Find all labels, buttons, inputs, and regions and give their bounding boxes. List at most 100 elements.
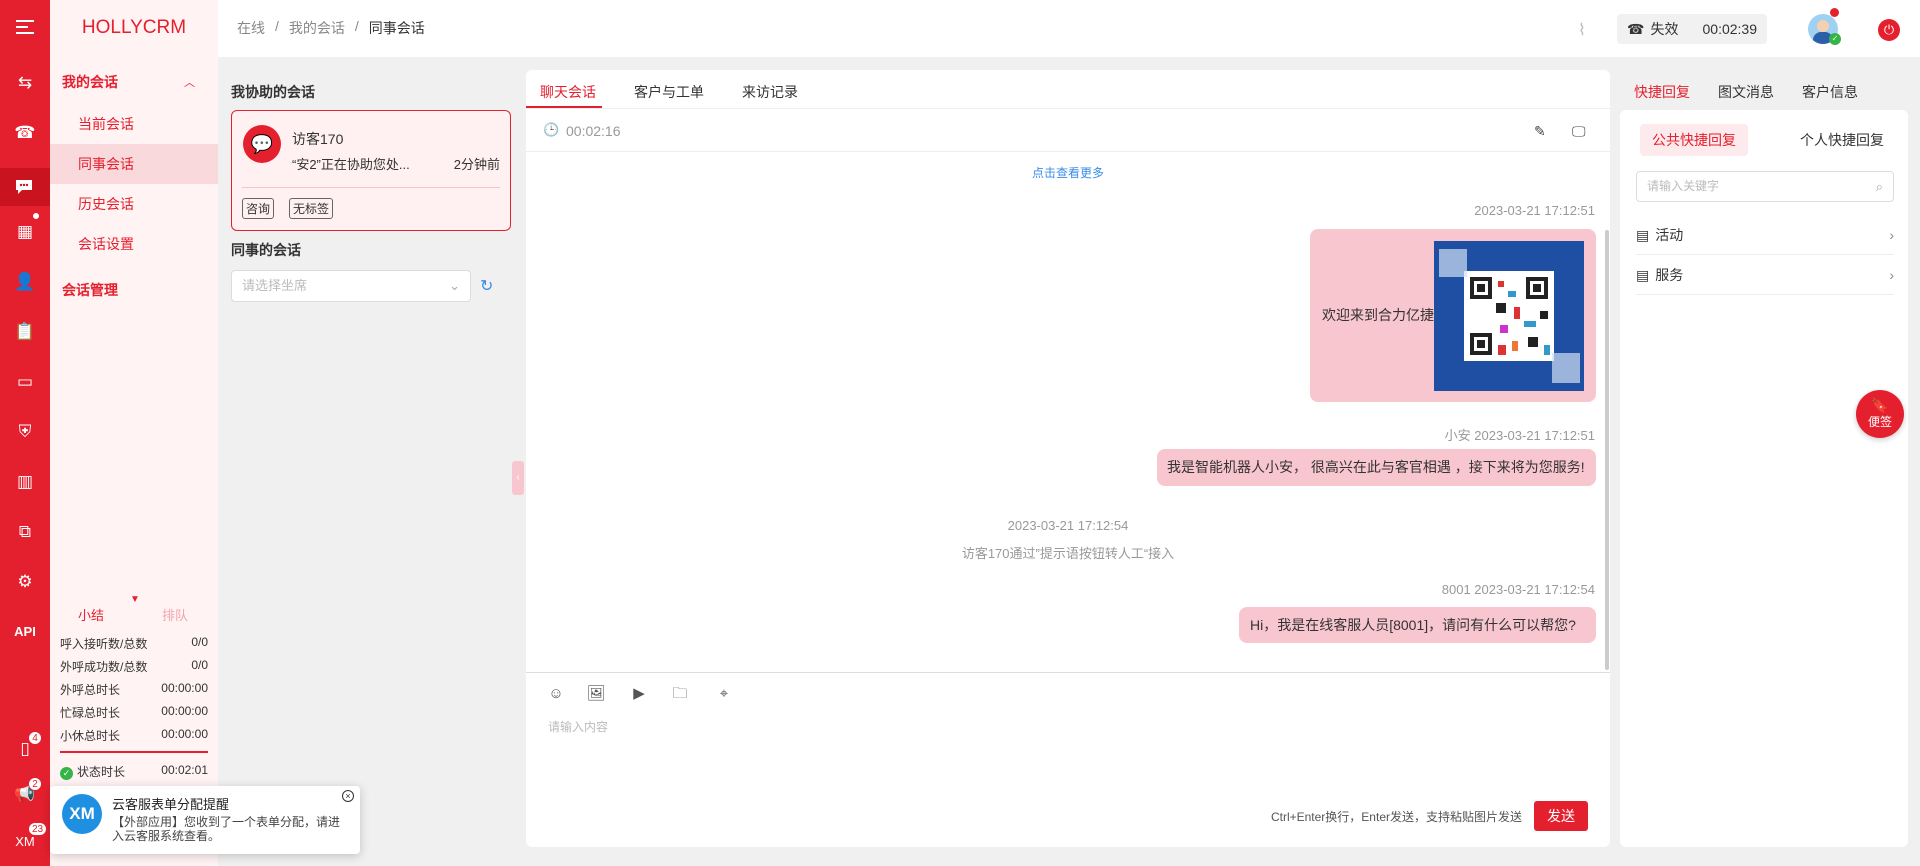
sticky-note-button[interactable]: 🔖 便签	[1856, 390, 1904, 438]
image-icon[interactable]: 🖼	[586, 684, 606, 704]
message-bubble-image: 欢迎来到合力亿捷	[1310, 229, 1596, 402]
nav-item-settings[interactable]: 会话设置	[50, 224, 218, 264]
org-icon[interactable]: ⧉	[12, 518, 38, 544]
bar-chart-icon[interactable]: ▥	[12, 468, 38, 494]
chevron-down-icon: ⌄	[449, 278, 460, 293]
assist-preview: “安2”正在协助您处...	[292, 157, 410, 172]
load-more-link[interactable]: 点击查看更多	[1032, 164, 1104, 181]
monitor-icon[interactable]: ▭	[12, 368, 38, 394]
tab-chat[interactable]: 聊天会话	[540, 82, 596, 102]
quick-reply-label: ▤ 活动	[1636, 226, 1684, 243]
nav-group-my-sessions[interactable]: 我的会话	[62, 72, 118, 92]
collapse-arrow-icon[interactable]: ▼	[130, 594, 140, 605]
nav-item-current[interactable]: 当前会话	[50, 104, 218, 144]
call-status[interactable]: ☎ 失效 00:02:39	[1617, 14, 1767, 44]
toast-body: 【外部应用】您收到了一个表单分配，请进入云客服系统查看。	[112, 815, 341, 843]
send-hint: Ctrl+Enter换行，Enter发送，支持粘贴图片发送	[1270, 810, 1522, 824]
message-icon: ▤	[1636, 226, 1650, 243]
subtab-public[interactable]: 公共快捷回复	[1640, 124, 1748, 156]
search-icon: ⌕	[1875, 179, 1883, 194]
quick-reply-label: ▤ 服务	[1636, 266, 1684, 283]
stat-row: 忙碌总时长 00:00:00	[60, 704, 208, 721]
clock-icon: 🕒	[543, 122, 560, 137]
seat-select[interactable]: 请选择坐席 ⌄	[231, 270, 471, 302]
stat-value: 00:00:00	[161, 704, 208, 718]
grid-dot-badge	[32, 212, 40, 220]
nav-item-colleague[interactable]: 同事会话	[50, 144, 218, 184]
breadcrumb-online[interactable]: 在线	[237, 18, 265, 38]
collapse-handle[interactable]: ‹	[512, 461, 524, 495]
message-text: 欢迎来到合力亿捷	[1322, 307, 1434, 323]
message-input[interactable]: 请输入内容	[548, 718, 1588, 735]
assist-card[interactable]: 💬 访客170 “安2”正在协助您处... 2分钟前 咨询 无标签	[231, 110, 511, 231]
close-icon[interactable]: ×	[342, 790, 354, 802]
clipboard-icon[interactable]: 📋	[12, 318, 38, 344]
folder-icon[interactable]: 🗀	[670, 684, 690, 704]
qr-code-image[interactable]	[1434, 241, 1584, 391]
quick-reply-item[interactable]: ▤ 活动 ›	[1636, 215, 1894, 255]
chevron-up-icon[interactable]: ︿	[184, 74, 195, 90]
brand-logo: HOLLYCRM	[81, 17, 187, 38]
online-check-icon: ✓	[1829, 33, 1841, 45]
tag: 咨询	[242, 198, 275, 219]
tab-customer-info[interactable]: 客户信息	[1802, 82, 1858, 102]
wechat-icon: 💬	[243, 125, 281, 163]
icon-rail: ⇆ ☎ ▦ 👤 📋 ▭ ⛨ ▥ ⧉ ⚙ API ▯ 4 📢 2 XM 23	[0, 0, 50, 866]
system-message-time: 2023-03-21 17:12:54	[1007, 518, 1129, 533]
emoji-icon[interactable]: ☺	[546, 684, 566, 704]
power-icon[interactable]: ⏻	[1878, 19, 1900, 41]
call-status-label: 失效	[1650, 21, 1679, 37]
subtab-personal[interactable]: 个人快捷回复	[1792, 124, 1892, 156]
refresh-icon[interactable]: ↻	[480, 276, 493, 296]
tab-summary[interactable]: 小结	[78, 605, 104, 624]
chat-scrollbar[interactable]	[1605, 230, 1609, 670]
tab-visit-records[interactable]: 来访记录	[742, 82, 798, 102]
stat-value: 0/0	[191, 635, 208, 649]
sticky-note-label: 便签	[1867, 415, 1892, 429]
divider	[242, 187, 500, 188]
breadcrumb-my-sessions[interactable]: 我的会话	[289, 18, 345, 38]
system-message: 访客170通过”提示语按钮转人工“接入	[961, 546, 1175, 561]
stat-row: 外呼总时长 00:00:00	[60, 681, 208, 698]
chat-icon[interactable]	[0, 168, 50, 206]
tab-rich-message[interactable]: 图文消息	[1718, 82, 1774, 102]
check-circle-icon: ✓	[60, 767, 73, 780]
video-icon[interactable]: ▶	[629, 684, 649, 704]
nav-item-history[interactable]: 历史会话	[50, 184, 218, 224]
breadcrumb: 在线 / 我的会话 / 同事会话	[237, 18, 425, 38]
location-icon[interactable]: ⌖	[714, 684, 734, 704]
quick-reply-item[interactable]: ▤ 服务 ›	[1636, 255, 1894, 295]
tab-queue[interactable]: 排队	[162, 605, 188, 624]
transfer-icon[interactable]: ⇆	[12, 69, 38, 95]
notification-toast[interactable]: XM 云客服表单分配提醒 【外部应用】您收到了一个表单分配，请进入云客服系统查看…	[50, 786, 360, 854]
search-placeholder: 请输入关键字	[1647, 179, 1720, 193]
user-icon[interactable]: 👤	[12, 268, 38, 294]
shield-icon[interactable]: ⛨	[12, 418, 38, 444]
keyword-search-input[interactable]: 请输入关键字 ⌕	[1636, 171, 1894, 202]
gear-icon[interactable]: ⚙	[12, 568, 38, 594]
menu-icon[interactable]	[12, 14, 38, 40]
breadcrumb-sep: /	[275, 18, 279, 34]
session-timer: 00:02:16	[566, 123, 621, 139]
stat-value: 0/0	[191, 658, 208, 672]
stat-row: 呼入接听数/总数 0/0	[60, 635, 208, 652]
message-meta: 2023-03-21 17:12:51	[1474, 203, 1595, 218]
state-duration-label: ✓ 状态时长	[60, 763, 125, 780]
assist-title: 我协助的会话	[231, 84, 315, 100]
visitor-name: 访客170	[292, 131, 344, 147]
state-duration-row: ✓ 状态时长 00:02:01	[60, 763, 208, 780]
send-button[interactable]: 发送	[1534, 801, 1588, 831]
tab-quick-reply[interactable]: 快捷回复	[1634, 82, 1690, 102]
phone-icon[interactable]: ☎	[12, 119, 38, 145]
stat-label: 呼入接听数/总数	[60, 637, 148, 651]
tab-customer-tickets[interactable]: 客户与工单	[634, 82, 704, 102]
nav-group-session-mgmt[interactable]: 会话管理	[62, 280, 118, 300]
screen-share-icon[interactable]: 🖵	[1572, 123, 1586, 140]
stat-label: 忙碌总时长	[60, 706, 121, 720]
grid-icon[interactable]: ▦	[12, 218, 38, 244]
message-meta: 小安 2023-03-21 17:12:51	[1444, 428, 1595, 443]
end-session-icon[interactable]: ✎	[1534, 123, 1546, 140]
seat-placeholder: 请选择坐席	[242, 278, 308, 293]
api-icon[interactable]: API	[12, 618, 38, 644]
breadcrumb-sep: /	[354, 18, 359, 34]
